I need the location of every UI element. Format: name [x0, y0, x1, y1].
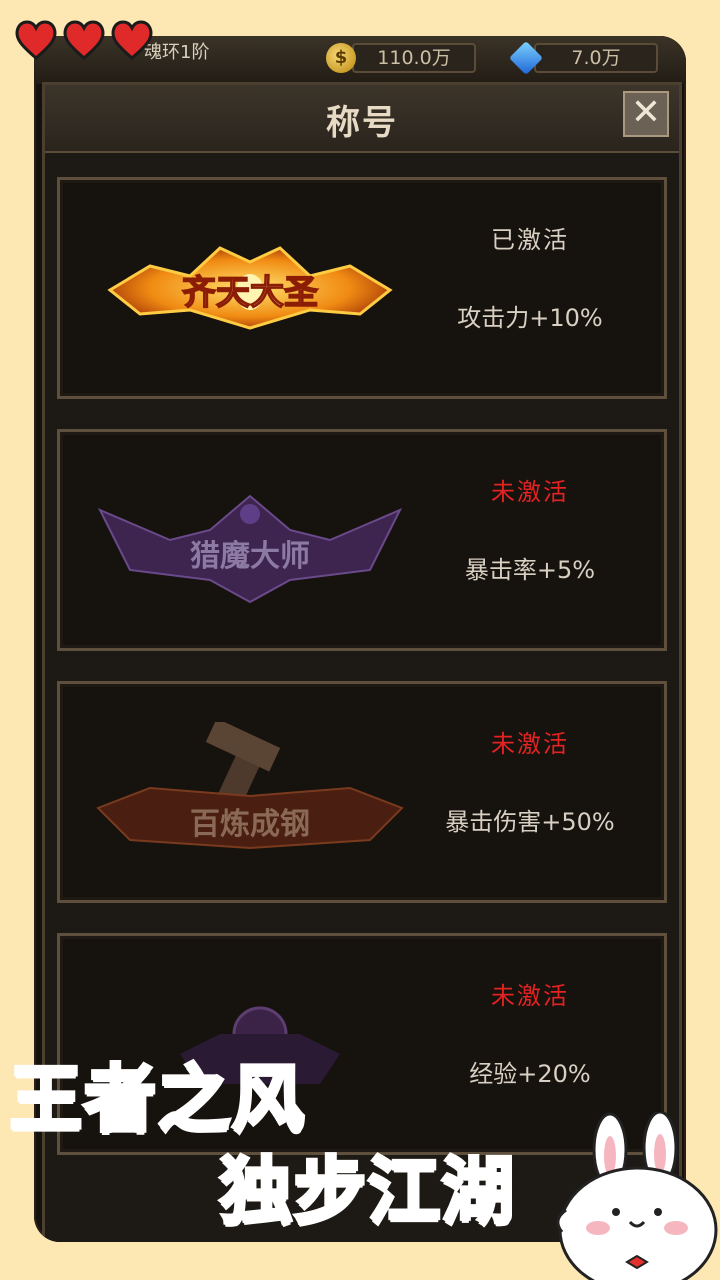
title-badge-qitian: 齐天大圣 — [107, 246, 393, 330]
heart-icon — [15, 20, 57, 60]
title-badge-bailian: 百炼成钢 — [96, 722, 404, 850]
title-badge-text: 猎魔大师 — [190, 539, 310, 574]
gold-coin-icon: $ — [326, 43, 356, 73]
title-badge-liemo: 猎魔大师 — [97, 494, 403, 604]
hearts-decoration — [12, 18, 156, 62]
title-card[interactable]: 齐天大圣 已激活 攻击力+10% — [57, 177, 667, 399]
close-button[interactable]: ✕ — [623, 91, 669, 137]
gold-counter[interactable]: $ 110.0万 — [326, 42, 476, 74]
gold-amount: 110.0万 — [352, 43, 476, 73]
title-bonus: 攻击力+10% — [457, 304, 603, 332]
title-status: 已激活 — [491, 226, 569, 254]
title-badge-text: 百炼成钢 — [190, 807, 310, 842]
promo-slogan-line2: 独步江湖 — [218, 1147, 517, 1235]
title-bonus: 暴击率+5% — [464, 556, 596, 584]
title-bonus: 经验+20% — [469, 1060, 591, 1088]
dialog-header: 称号 ✕ — [45, 85, 679, 153]
gem-counter[interactable]: 7.0万 — [509, 41, 658, 75]
title-card[interactable]: 百炼成钢 未激活 暴击伤害+50% — [57, 681, 667, 903]
dialog-title: 称号 — [326, 103, 398, 143]
heart-icon — [63, 20, 105, 60]
heart-icon — [111, 20, 153, 60]
promo-slogan-line1: 王者之风 — [8, 1055, 307, 1143]
title-bonus: 暴击伤害+50% — [445, 808, 615, 836]
title-badge-text: 齐天大圣 — [182, 273, 318, 313]
title-status: 未激活 — [491, 982, 569, 1010]
title-card[interactable]: 猎魔大师 未激活 暴击率+5% — [57, 429, 667, 651]
gem-amount: 7.0万 — [534, 43, 658, 73]
title-status: 未激活 — [491, 730, 569, 758]
bunny-mascot-icon — [556, 1112, 718, 1280]
title-status: 未激活 — [491, 478, 569, 506]
